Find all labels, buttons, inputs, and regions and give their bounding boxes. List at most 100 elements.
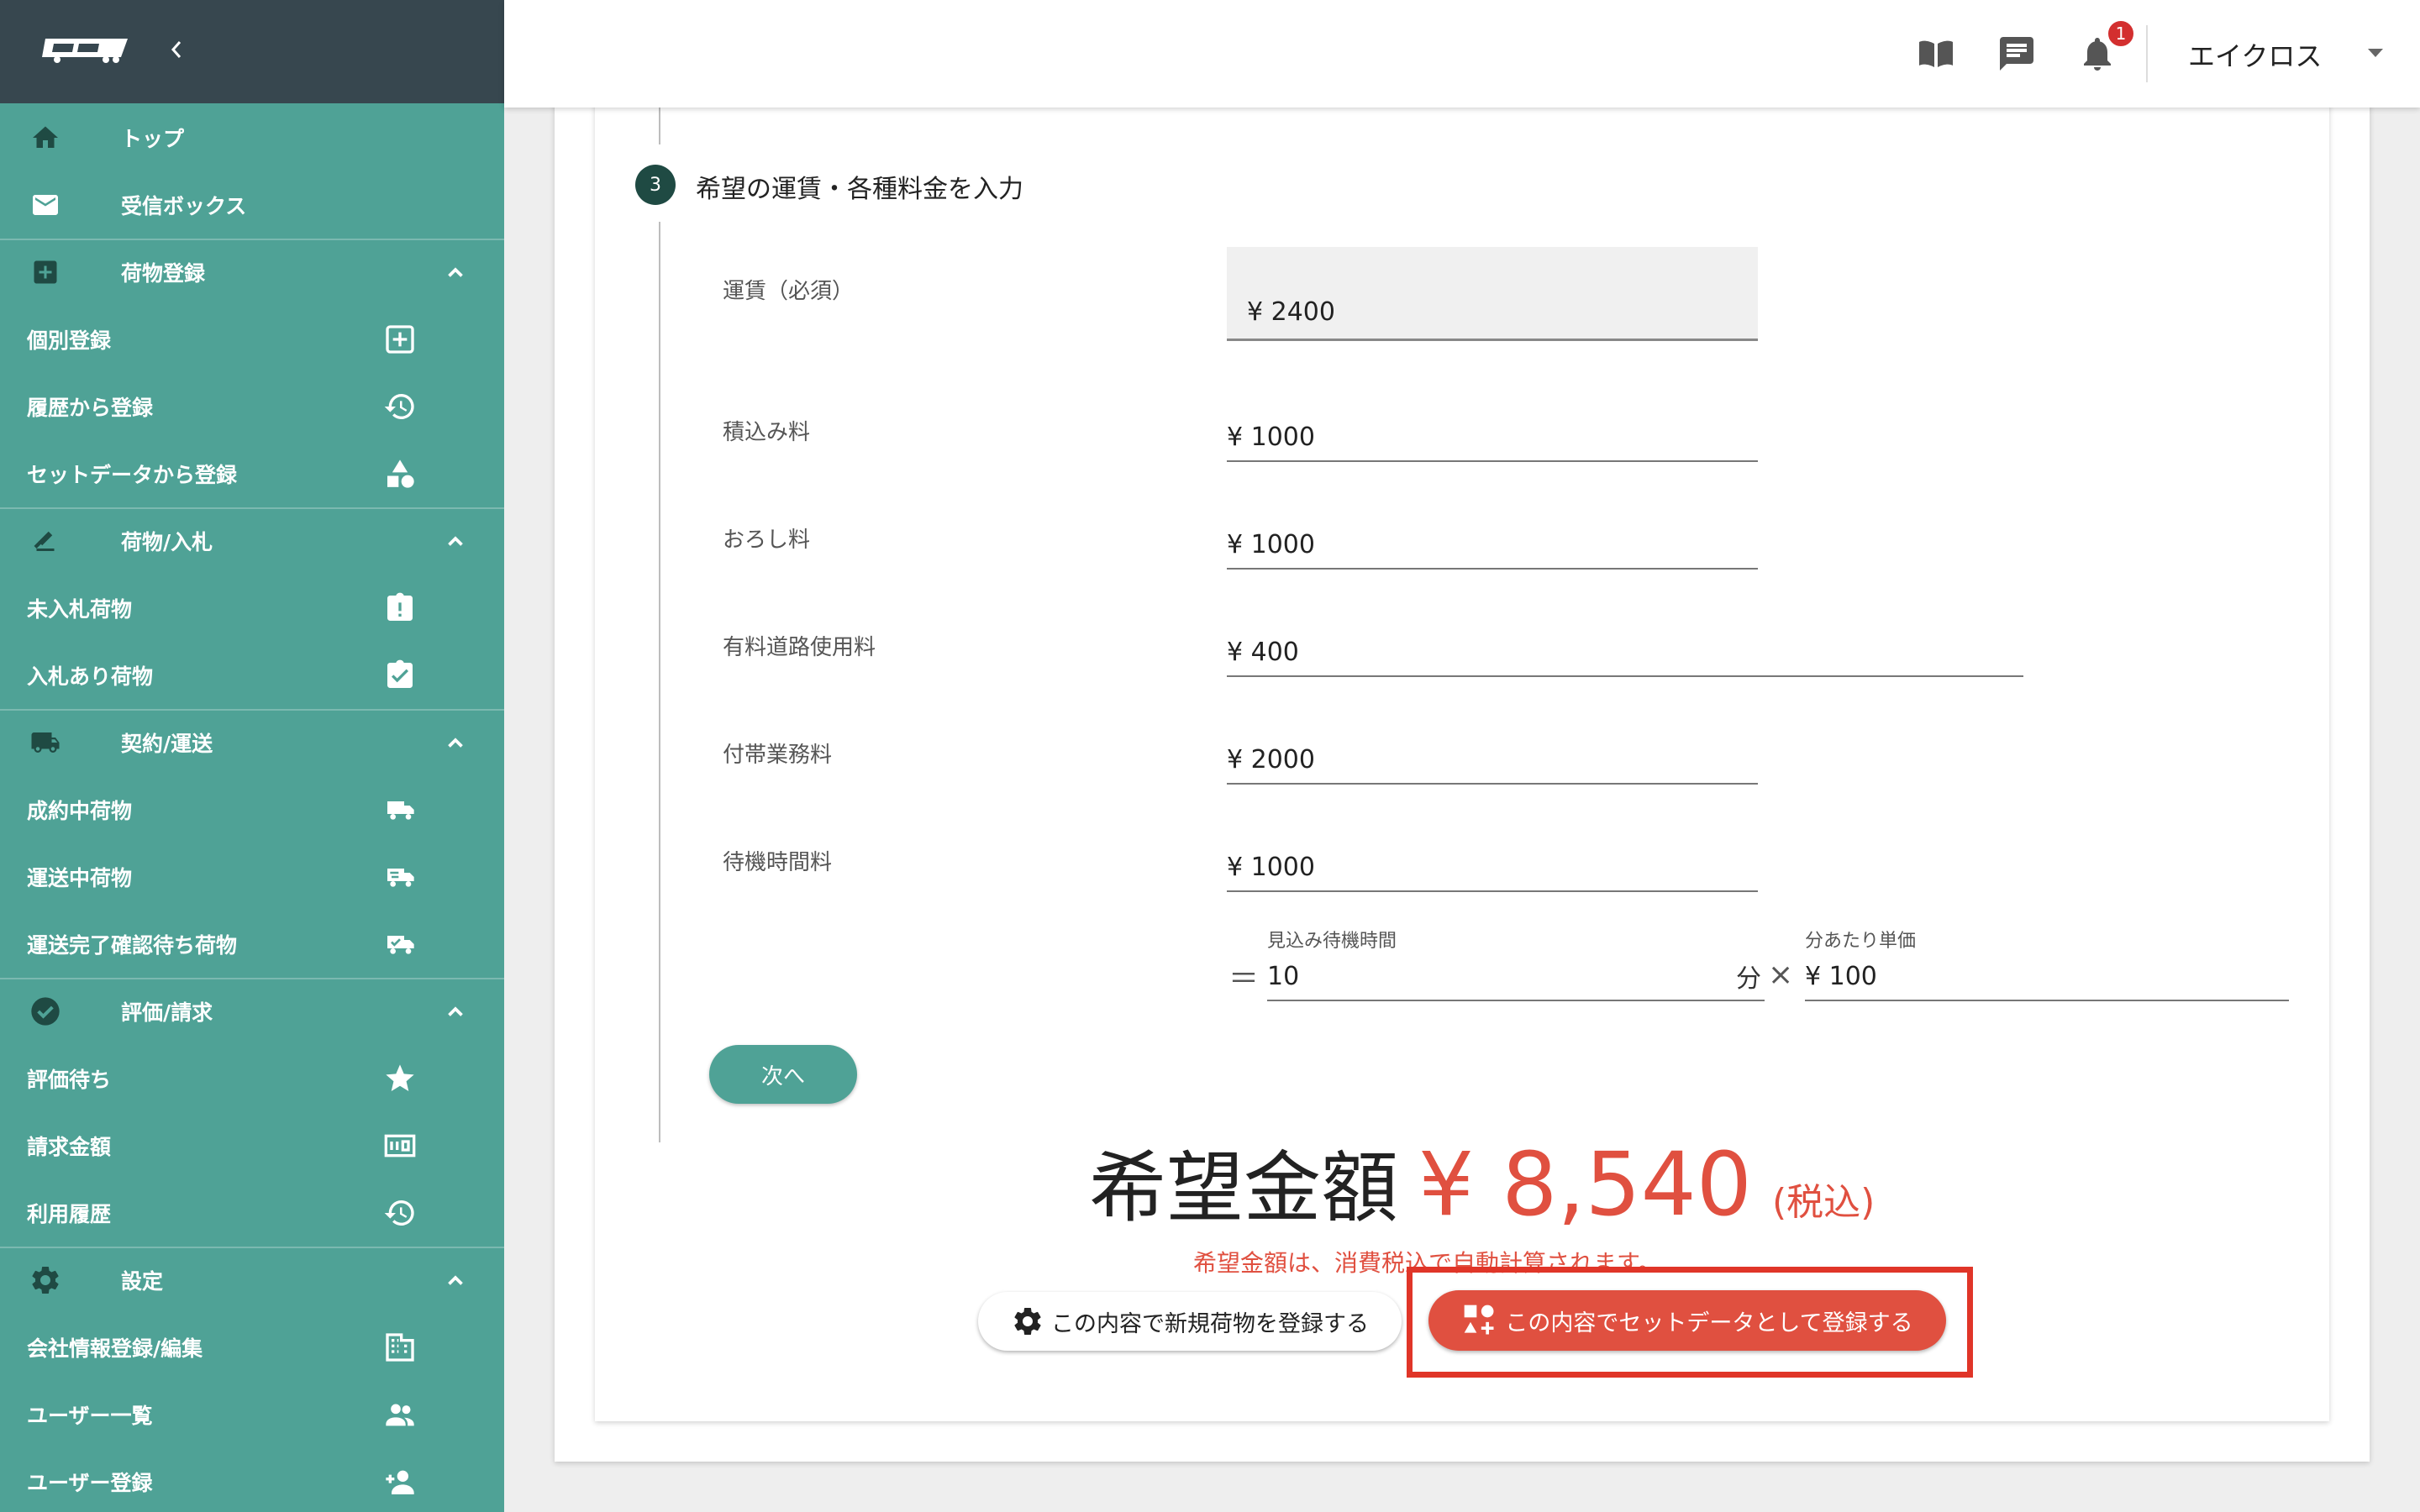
app-logo[interactable] <box>40 35 134 64</box>
sidebar-item-contracted[interactable]: 成約中荷物 <box>0 776 504 843</box>
sidebar-item-label: セットデータから登録 <box>27 463 238 487</box>
sidebar-item-complete-pending[interactable]: 運送完了確認待ち荷物 <box>0 911 504 978</box>
toll-fee-label: 有料道路使用料 <box>723 635 876 660</box>
toolbar-divider <box>2146 25 2148 82</box>
chevron-up-icon[interactable] <box>440 727 471 758</box>
sidebar-item-billing-amount[interactable]: 請求金額 <box>0 1112 504 1179</box>
sidebar-item-user-register[interactable]: ユーザー登録 <box>0 1448 504 1512</box>
unloading-fee-label: おろし料 <box>723 528 811 553</box>
sidebar-section-label: 契約/運送 <box>121 732 213 756</box>
truck-fast-icon <box>381 858 418 895</box>
chevron-left-icon[interactable] <box>165 35 188 64</box>
sidebar-section-label: 荷物/入札 <box>121 530 213 554</box>
times-sign: × <box>1768 958 1794 992</box>
sidebar-item-label: 入札あり荷物 <box>27 664 154 689</box>
equals-sign: ＝ <box>1228 962 1260 996</box>
truck-icon <box>27 724 64 761</box>
sidebar-item-user-list[interactable]: ユーザー一覧 <box>0 1381 504 1448</box>
sidebar-item-inbox[interactable]: 受信ボックス <box>0 171 504 239</box>
truck-icon <box>381 791 418 828</box>
sidebar-item-label: 受信ボックス <box>121 194 247 218</box>
top-app-bar: 1 エイクロス <box>504 0 2420 108</box>
sidebar-item-label: 履歴から登録 <box>27 396 154 420</box>
step-title: 希望の運賃・各種料金を入力 <box>696 175 1023 204</box>
money-icon <box>381 1127 418 1164</box>
sidebar-item-no-bid[interactable]: 未入札荷物 <box>0 575 504 642</box>
extra-fee-input[interactable]: ¥ 2000 <box>1227 726 1758 785</box>
total-amount: 希望金額 ¥ 8,540 (税込) <box>1089 1126 1875 1237</box>
per-minute-value: ¥ 100 <box>1805 962 1877 991</box>
sidebar-item-individual-register[interactable]: 個別登録 <box>0 306 504 373</box>
estimated-wait-value: 10 <box>1267 962 1300 991</box>
gear-icon <box>27 1262 64 1299</box>
sidebar-item-label: 運送中荷物 <box>27 866 133 890</box>
sidebar-item-label: 利用履歴 <box>27 1202 112 1226</box>
step-number: 3 <box>635 165 676 205</box>
estimated-wait-input[interactable]: 10 <box>1267 944 1765 1001</box>
fare-label: 運賃（必須） <box>723 279 855 304</box>
sidebar-item-label: トップ <box>121 127 185 151</box>
sidebar-item-label: 評価待ち <box>27 1068 112 1092</box>
chat-icon[interactable] <box>1996 34 2037 74</box>
register-new-cargo-button[interactable]: この内容で新規荷物を登録する <box>978 1292 1402 1351</box>
chevron-up-icon[interactable] <box>440 1265 471 1295</box>
sidebar-item-top[interactable]: トップ <box>0 104 504 171</box>
fare-input[interactable]: ¥ 2400 <box>1227 247 1758 341</box>
chevron-up-icon[interactable] <box>440 996 471 1026</box>
user-menu-name[interactable]: エイクロス <box>2188 35 2322 74</box>
sidebar-item-company-info[interactable]: 会社情報登録/編集 <box>0 1314 504 1381</box>
history-icon <box>381 1194 418 1231</box>
mail-icon <box>27 186 64 223</box>
book-icon[interactable] <box>1916 34 1956 74</box>
add-box-icon <box>27 254 64 291</box>
sidebar-section-cargo-register[interactable]: 荷物登録 <box>0 239 504 306</box>
sidebar-section-contract[interactable]: 契約/運送 <box>0 709 504 776</box>
history-icon <box>381 388 418 425</box>
caret-down-icon[interactable] <box>2366 47 2385 59</box>
sidebar-section-label: 設定 <box>121 1269 164 1294</box>
sidebar-item-pending-review[interactable]: 評価待ち <box>0 1045 504 1112</box>
toll-fee-input[interactable]: ¥ 400 <box>1227 618 2023 677</box>
waiting-fee-input[interactable]: ¥ 1000 <box>1227 833 1758 892</box>
clipboard-check-icon <box>381 657 418 694</box>
extra-fee-label: 付帯業務料 <box>723 743 833 768</box>
sidebar-item-label: 会社情報登録/編集 <box>27 1336 203 1361</box>
per-minute-input[interactable]: ¥ 100 <box>1805 944 2289 1001</box>
toll-fee-value: ¥ 400 <box>1227 638 1299 667</box>
home-icon <box>27 119 64 156</box>
sidebar-item-label: ユーザー一覧 <box>27 1404 153 1428</box>
sidebar-item-usage-history[interactable]: 利用履歴 <box>0 1179 504 1247</box>
loading-fee-value: ¥ 1000 <box>1227 423 1315 452</box>
loading-fee-label: 積込み料 <box>723 420 811 445</box>
sidebar-section-bid[interactable]: 荷物/入札 <box>0 507 504 575</box>
clipboard-alert-icon <box>381 590 418 627</box>
sidebar-section-settings[interactable]: 設定 <box>0 1247 504 1314</box>
sidebar-item-in-transit[interactable]: 運送中荷物 <box>0 843 504 911</box>
gear-icon <box>1014 1308 1041 1335</box>
total-label: 希望金額 <box>1089 1143 1399 1233</box>
unloading-fee-input[interactable]: ¥ 1000 <box>1227 511 1758 570</box>
sidebar-item-label: ユーザー登録 <box>27 1471 153 1495</box>
sidebar-item-label: 運送完了確認待ち荷物 <box>27 933 238 958</box>
extra-fee-value: ¥ 2000 <box>1227 745 1315 774</box>
sidebar-item-setdata-register[interactable]: セットデータから登録 <box>0 440 504 507</box>
chevron-up-icon[interactable] <box>440 526 471 556</box>
fare-value: ¥ 2400 <box>1247 297 1335 327</box>
unloading-fee-value: ¥ 1000 <box>1227 530 1315 559</box>
sidebar-section-evaluation[interactable]: 評価/請求 <box>0 978 504 1045</box>
add-square-icon <box>381 321 418 358</box>
tax-included-label: (税込) <box>1771 1181 1876 1224</box>
sidebar-item-history-register[interactable]: 履歴から登録 <box>0 373 504 440</box>
sidebar-item-bid-exists[interactable]: 入札あり荷物 <box>0 642 504 709</box>
chevron-up-icon[interactable] <box>440 257 471 287</box>
highlight-box <box>1407 1267 1973 1378</box>
check-circle-icon <box>27 993 64 1030</box>
stepper-line <box>659 222 660 1142</box>
sidebar-item-label: 個別登録 <box>27 328 112 353</box>
sidebar-item-label: 成約中荷物 <box>27 799 133 823</box>
sidebar-section-label: 荷物登録 <box>121 261 206 286</box>
sidebar-header <box>0 0 504 103</box>
next-button[interactable]: 次へ <box>709 1045 857 1104</box>
stepper-line <box>659 108 660 144</box>
loading-fee-input[interactable]: ¥ 1000 <box>1227 403 1758 462</box>
